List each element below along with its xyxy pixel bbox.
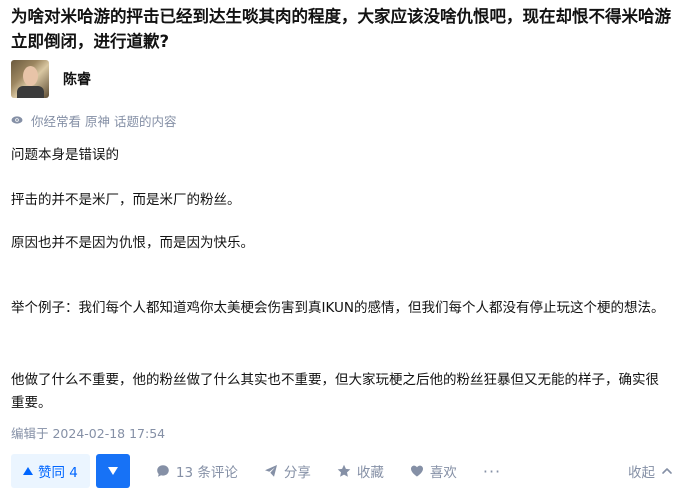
edited-timestamp[interactable]: 编辑于 2024-02-18 17:54 (11, 423, 165, 442)
upvote-button[interactable]: 赞同 4 (11, 454, 90, 488)
answer-paragraph: 原因也并不是因为仇恨，而是因为快乐。 (11, 235, 254, 251)
triangle-up-icon (23, 467, 33, 475)
action-bar: 赞同 4 13 条评论 分享 收藏 喜欢 ··· 收起 (11, 454, 673, 488)
chevron-up-icon (662, 468, 672, 474)
author-name[interactable]: 陈睿 (63, 69, 91, 89)
author-info: 陈睿 (11, 60, 91, 98)
triangle-down-icon (107, 467, 118, 475)
answer-paragraph: 抨击的并不是米厂，而是米厂的粉丝。 (11, 192, 241, 208)
answer-paragraph: 问题本身是错误的 (11, 147, 119, 163)
meta-tag: 话题的内容 (114, 113, 177, 129)
comment-icon (157, 465, 169, 477)
share-label: 分享 (283, 465, 311, 481)
meta-tag[interactable]: 原神 (85, 111, 110, 130)
upvote-label: 赞同 4 (38, 465, 78, 481)
recommendation-reason: 你经常看 原神 话题的内容 (11, 111, 177, 130)
comment-button[interactable]: 13 条评论 (156, 461, 238, 481)
avatar[interactable] (11, 60, 49, 98)
answer-paragraph: 举个例子：我们每个人都知道鸡你太美梗会伤害到真IKUN的感情，但我们每个人都没有… (11, 300, 665, 316)
favorite-button[interactable]: 收藏 (337, 461, 384, 481)
downvote-button[interactable] (95, 454, 130, 488)
star-icon (337, 464, 351, 477)
heart-icon (410, 465, 423, 477)
collapse-button[interactable]: 收起 (628, 461, 673, 481)
share-button[interactable]: 分享 (264, 461, 311, 481)
collapse-label: 收起 (628, 465, 655, 481)
share-icon (264, 465, 277, 477)
question-title[interactable]: 为啥对米哈游的抨击已经到达生啖其肉的程度，大家应该没啥仇恨吧，现在却恨不得米哈游… (11, 4, 671, 54)
like-button[interactable]: 喜欢 (410, 461, 457, 481)
more-icon: ··· (482, 461, 502, 481)
favorite-label: 收藏 (356, 465, 384, 481)
meta-tag: 你经常看 (31, 113, 82, 129)
like-label: 喜欢 (429, 465, 457, 481)
comment-label: 13 条评论 (175, 465, 238, 481)
eye-icon (11, 114, 23, 126)
more-options-button[interactable]: ··· (483, 462, 501, 481)
answer-paragraph: 他做了什么不重要，他的粉丝做了什么其实也不重要，但大家玩梗之后他的粉丝狂暴但又无… (11, 372, 659, 411)
